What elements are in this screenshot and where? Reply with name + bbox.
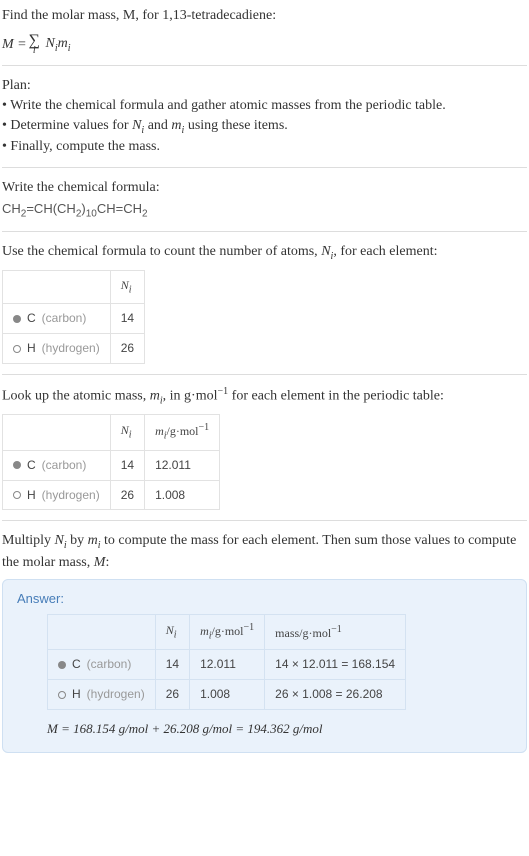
table-row: C (carbon) 14 12.011: [3, 450, 220, 480]
multiply-title: Multiply Ni by mi to compute the mass fo…: [2, 531, 527, 572]
divider: [2, 520, 527, 521]
intro-line: Find the molar mass, M, for 1,13-tetrade…: [2, 8, 276, 23]
mi-cell: 12.011: [190, 650, 265, 680]
dot-icon: [58, 691, 66, 699]
table-row: C (carbon) 14 12.011 14 × 12.011 = 168.1…: [48, 650, 406, 680]
ni-cell: 14: [110, 450, 144, 480]
table-header-row: Ni mi/g·mol−1 mass/g·mol−1: [48, 614, 406, 649]
dot-icon: [13, 315, 21, 323]
answer-box: Answer: Ni mi/g·mol−1 mass/g·mol−1 C (ca…: [2, 579, 527, 753]
header-ni: Ni: [110, 270, 144, 303]
element-cell: C (carbon): [48, 650, 156, 680]
divider: [2, 374, 527, 375]
plan-section: Plan: • Write the chemical formula and g…: [2, 76, 527, 157]
ni-cell: 14: [110, 304, 144, 334]
divider: [2, 65, 527, 66]
header-empty: [48, 614, 156, 649]
table-row: H (hydrogen) 26: [3, 334, 145, 364]
ni-cell: 26: [155, 680, 189, 710]
mi-cell: 12.011: [145, 450, 220, 480]
dot-icon: [13, 345, 21, 353]
plan-item-3: • Finally, compute the mass.: [2, 137, 527, 157]
ni-cell: 14: [155, 650, 189, 680]
table-header-row: Ni mi/g·mol−1: [3, 415, 220, 450]
header-mass: mass/g·mol−1: [265, 614, 406, 649]
final-equation: M = 168.154 g/mol + 26.208 g/mol = 194.3…: [47, 720, 512, 738]
element-cell: C (carbon): [3, 304, 111, 334]
dot-icon: [58, 661, 66, 669]
header-mi: mi/g·mol−1: [190, 614, 265, 649]
element-cell: H (hydrogen): [3, 334, 111, 364]
header-empty: [3, 415, 111, 450]
element-cell: C (carbon): [3, 450, 111, 480]
table-row: H (hydrogen) 26 1.008 26 × 1.008 = 26.20…: [48, 680, 406, 710]
table-header-row: Ni: [3, 270, 145, 303]
multiply-section: Multiply Ni by mi to compute the mass fo…: [2, 531, 527, 753]
element-cell: H (hydrogen): [48, 680, 156, 710]
mi-cell: 1.008: [145, 480, 220, 510]
plan-title: Plan:: [2, 76, 527, 96]
mass-cell: 14 × 12.011 = 168.154: [265, 650, 406, 680]
mass-cell: 26 × 1.008 = 26.208: [265, 680, 406, 710]
ni-cell: 26: [110, 480, 144, 510]
dot-icon: [13, 491, 21, 499]
divider: [2, 231, 527, 232]
intro-text: Find the molar mass, M, for 1,13-tetrade…: [2, 6, 527, 26]
lookup-table: Ni mi/g·mol−1 C (carbon) 14 12.011 H (hy…: [2, 414, 220, 510]
sigma-icon: ∑ i: [29, 35, 40, 55]
answer-label: Answer:: [17, 590, 512, 608]
header-ni: Ni: [110, 415, 144, 450]
table-row: H (hydrogen) 26 1.008: [3, 480, 220, 510]
dot-icon: [13, 461, 21, 469]
eq-left: M =: [2, 35, 27, 55]
lookup-section: Look up the atomic mass, mi, in g·mol−1 …: [2, 385, 527, 510]
count-title: Use the chemical formula to count the nu…: [2, 242, 527, 264]
eq-right: Nimi: [42, 34, 71, 56]
header-mi: mi/g·mol−1: [145, 415, 220, 450]
count-section: Use the chemical formula to count the nu…: [2, 242, 527, 364]
write-formula-section: Write the chemical formula: CH2=CH(CH2)1…: [2, 178, 527, 221]
count-table: Ni C (carbon) 14 H (hydrogen) 26: [2, 270, 145, 364]
mi-cell: 1.008: [190, 680, 265, 710]
lookup-title: Look up the atomic mass, mi, in g·mol−1 …: [2, 385, 527, 408]
molar-mass-equation: M = ∑ i Nimi: [2, 34, 527, 56]
answer-inner: Ni mi/g·mol−1 mass/g·mol−1 C (carbon) 14…: [17, 614, 512, 738]
plan-item-2: • Determine values for Ni and mi using t…: [2, 116, 527, 138]
element-cell: H (hydrogen): [3, 480, 111, 510]
header-empty: [3, 270, 111, 303]
write-formula-title: Write the chemical formula:: [2, 178, 527, 198]
divider: [2, 167, 527, 168]
chemical-formula: CH2=CH(CH2)10CH=CH2: [2, 200, 527, 222]
header-ni: Ni: [155, 614, 189, 649]
answer-table: Ni mi/g·mol−1 mass/g·mol−1 C (carbon) 14…: [47, 614, 406, 710]
ni-cell: 26: [110, 334, 144, 364]
sigma-sub: i: [33, 47, 36, 55]
table-row: C (carbon) 14: [3, 304, 145, 334]
plan-item-1: • Write the chemical formula and gather …: [2, 96, 527, 116]
